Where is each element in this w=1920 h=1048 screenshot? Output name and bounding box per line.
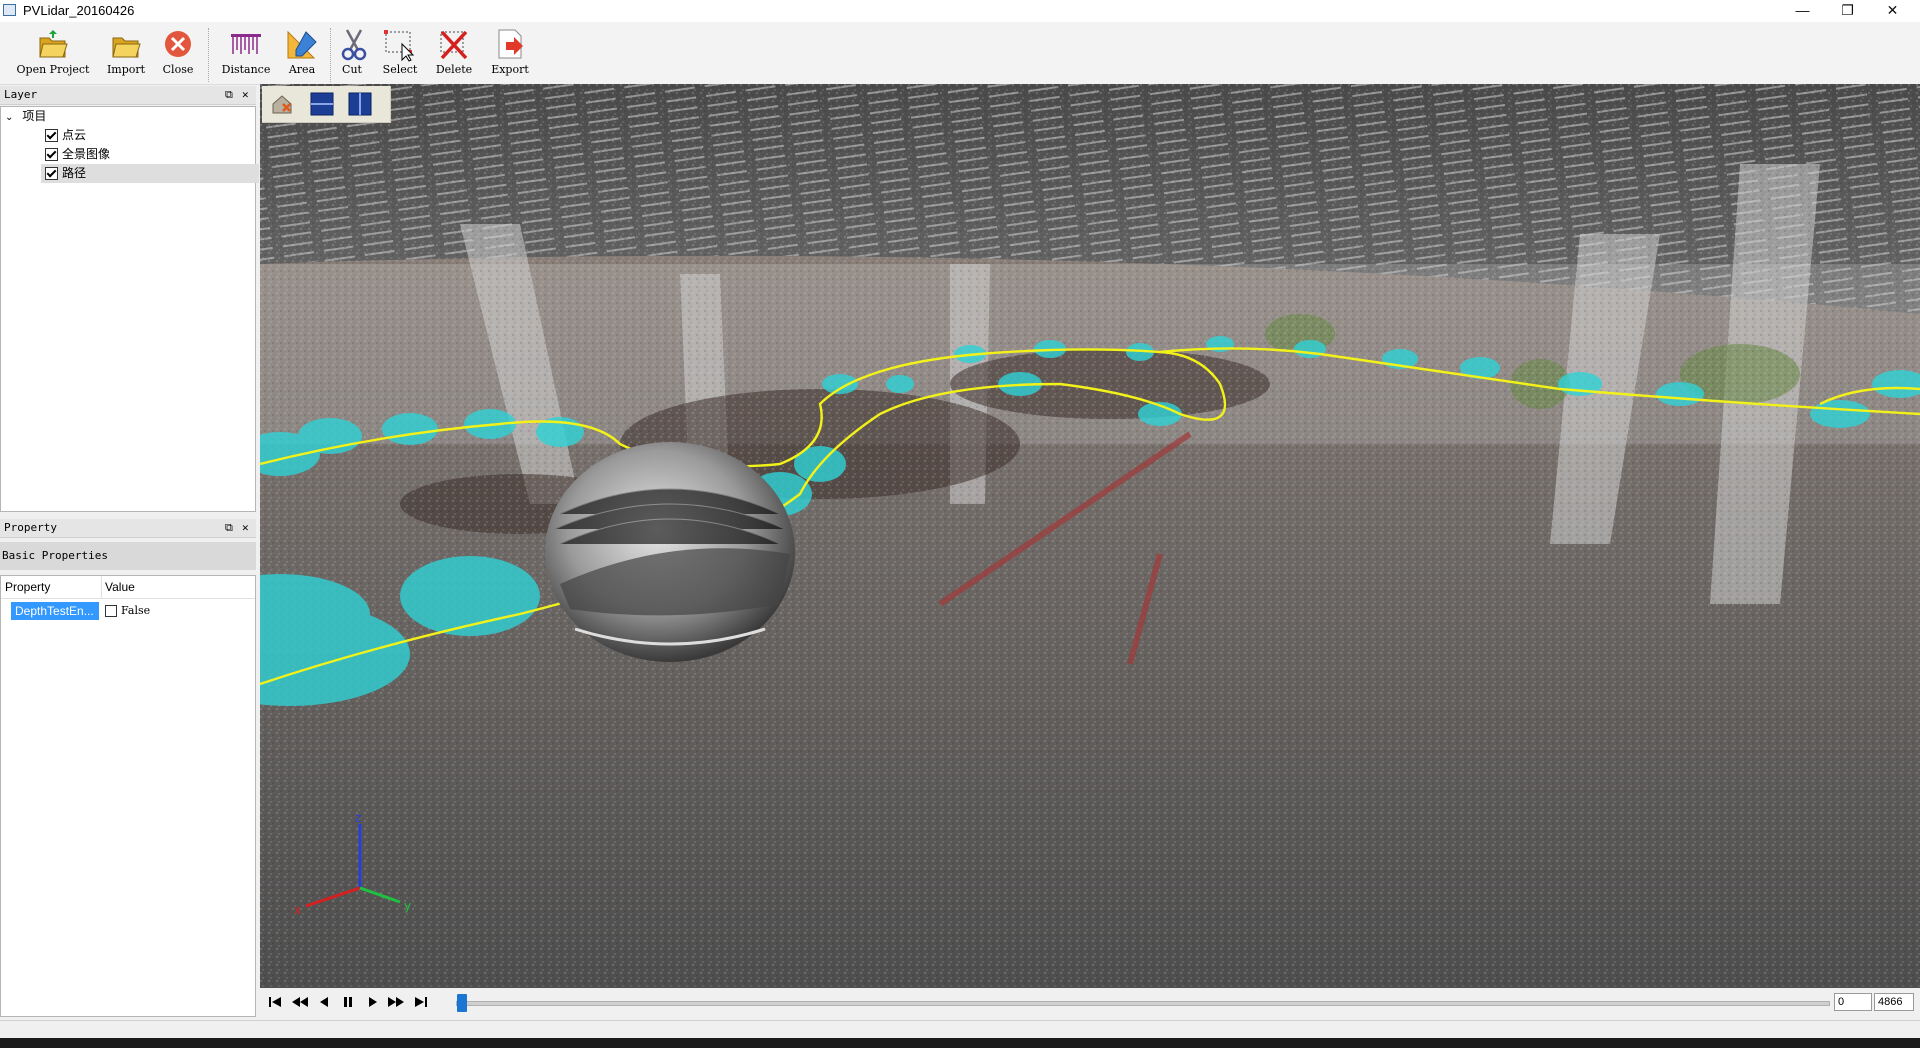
split-horizontal-icon[interactable] xyxy=(310,92,334,116)
scissors-icon xyxy=(341,29,367,61)
float-panel-icon[interactable]: ⧉ xyxy=(225,519,233,537)
pause-icon[interactable] xyxy=(338,995,358,1009)
axis-label-y: y xyxy=(404,899,411,913)
layer-tree: ⌄ 项目 点云 全景图像 路径 xyxy=(0,106,259,512)
status-bar xyxy=(0,1020,1920,1039)
layer-item-panorama[interactable]: 全景图像 xyxy=(45,145,110,164)
layer-visibility-checkbox[interactable] xyxy=(45,129,58,143)
title-bar: PVLidar_20160426 — ❐ ✕ xyxy=(0,0,1920,22)
ruler-icon xyxy=(231,34,261,54)
close-project-button[interactable]: Close xyxy=(158,26,198,76)
home-view-icon[interactable] xyxy=(270,92,294,116)
play-icon[interactable] xyxy=(362,995,382,1009)
property-grid: Property Value DepthTestEn... False xyxy=(0,575,256,1017)
property-name-cell[interactable]: DepthTestEn... xyxy=(11,602,99,620)
main-toolbar: Open Project Import Close Distance Area … xyxy=(0,22,1920,85)
total-frames-field: 4866 xyxy=(1874,993,1914,1011)
playback-bar: 0 4866 xyxy=(260,988,1920,1016)
export-document-icon xyxy=(498,29,523,59)
property-grid-header: Property Value xyxy=(1,576,255,599)
minimize-button[interactable]: — xyxy=(1780,0,1825,22)
app-icon xyxy=(3,4,16,16)
split-vertical-icon[interactable] xyxy=(348,92,372,116)
export-button[interactable]: Export xyxy=(488,26,532,76)
window-title: PVLidar_20160426 xyxy=(23,3,135,18)
layer-visibility-checkbox[interactable] xyxy=(45,148,58,162)
close-circle-icon xyxy=(165,31,191,57)
open-project-button[interactable]: Open Project xyxy=(14,26,92,76)
toolbar-separator xyxy=(208,28,210,82)
step-back-icon[interactable] xyxy=(314,995,334,1009)
fast-rewind-icon[interactable] xyxy=(290,995,310,1009)
distance-button[interactable]: Distance xyxy=(220,26,272,76)
frame-slider-track[interactable] xyxy=(456,994,1830,1012)
frame-slider-thumb[interactable] xyxy=(457,994,467,1012)
depth-test-checkbox[interactable] xyxy=(105,605,117,617)
fast-forward-icon[interactable] xyxy=(386,995,406,1009)
property-row[interactable]: DepthTestEn... False xyxy=(1,601,255,621)
point-noise xyxy=(260,84,1920,988)
current-frame-field[interactable]: 0 xyxy=(1834,993,1872,1011)
delete-button[interactable]: Delete xyxy=(432,26,476,76)
area-pencil-icon xyxy=(287,30,317,59)
tree-root[interactable]: ⌄ 项目 xyxy=(5,107,46,126)
area-button[interactable]: Area xyxy=(282,26,322,76)
col-header-property: Property xyxy=(5,580,51,594)
column-divider xyxy=(101,576,102,598)
import-button[interactable]: Import xyxy=(104,26,148,76)
float-panel-icon[interactable]: ⧉ xyxy=(225,86,233,104)
cut-button[interactable]: Cut xyxy=(336,26,368,76)
chevron-down-icon[interactable]: ⌄ xyxy=(5,108,19,127)
pointcloud-viewport[interactable]: z x y xyxy=(260,84,1920,988)
close-panel-icon[interactable]: ✕ xyxy=(242,86,249,104)
property-group-header: Basic Properties xyxy=(0,542,256,570)
select-button[interactable]: Select xyxy=(378,26,422,76)
property-value-cell[interactable]: False xyxy=(105,602,150,620)
close-window-button[interactable]: ✕ xyxy=(1870,0,1915,22)
os-taskbar xyxy=(0,1038,1920,1048)
folder-open-icon xyxy=(39,30,68,58)
pointcloud-scene[interactable]: z x y xyxy=(260,84,1920,988)
col-header-value: Value xyxy=(105,580,135,594)
skip-last-icon[interactable] xyxy=(410,995,430,1009)
maximize-button[interactable]: ❐ xyxy=(1825,0,1870,22)
axis-label-z: z xyxy=(355,811,361,825)
property-panel-header: Property ⧉ ✕ xyxy=(0,519,256,538)
layer-visibility-checkbox[interactable] xyxy=(45,167,58,181)
skip-first-icon[interactable] xyxy=(266,995,286,1009)
panorama-sphere[interactable] xyxy=(545,442,795,662)
delete-x-icon xyxy=(440,30,468,60)
layer-panel-header: Layer ⧉ ✕ xyxy=(0,86,256,105)
layer-item-pointcloud[interactable]: 点云 xyxy=(45,126,86,145)
axis-label-x: x xyxy=(294,903,301,917)
layer-item-path[interactable]: 路径 xyxy=(41,164,259,183)
toolbar-separator xyxy=(330,28,332,82)
folder-import-icon xyxy=(112,37,141,58)
selection-rect-icon xyxy=(384,30,415,62)
tree-root-label: 项目 xyxy=(22,109,47,123)
close-panel-icon[interactable]: ✕ xyxy=(242,519,249,537)
view-toolbar xyxy=(262,86,391,123)
